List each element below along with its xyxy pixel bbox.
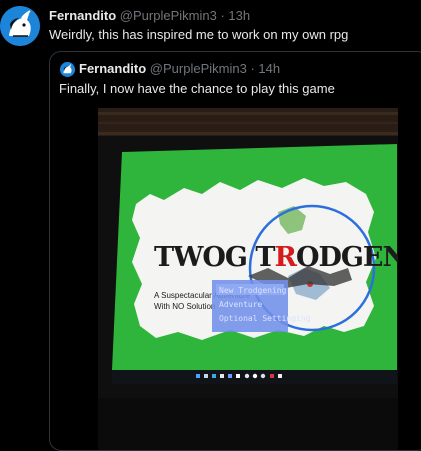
quoted-tweet-card[interactable]: Fernandito @PurplePikmin3 · 14h Finally,… <box>49 51 421 451</box>
author-name[interactable]: Fernandito <box>49 8 116 23</box>
tweet-header: Fernandito @PurplePikmin3 · 13h <box>49 8 250 24</box>
author-handle[interactable]: @PurplePikmin3 <box>120 8 217 23</box>
quoted-tweet-timestamp: 14h <box>258 61 281 76</box>
unicorn-avatar-icon <box>60 62 75 77</box>
unicorn-avatar-icon[interactable] <box>0 6 40 46</box>
quoted-tweet-text: Finally, I now have the chance to play t… <box>59 81 335 96</box>
separator-dot: · <box>250 61 255 76</box>
monitor-photo: TWOG TRODGENING A Suspectacular Adventur… <box>98 108 398 450</box>
menu-item-settings: Optional Settinging <box>219 314 311 323</box>
menu-item-new-game: New Trodgening <box>219 286 287 295</box>
quoted-tweet-header: Fernandito @PurplePikmin3 · 14h <box>79 61 280 77</box>
game-subtitle-line2: With NO Solution <box>154 302 215 311</box>
quoted-author-handle: @PurplePikmin3 <box>149 61 247 76</box>
tweet-text: Weirdly, this has inspired me to work on… <box>49 27 349 42</box>
game-title: TWOG TRODGENING <box>154 242 398 273</box>
quoted-author-name: Fernandito <box>79 61 147 76</box>
separator-dot: · <box>220 8 225 23</box>
menu-item-adventure: Adventure <box>219 300 263 309</box>
tweet[interactable]: Fernandito @PurplePikmin3 · 13h Weirdly,… <box>0 0 421 451</box>
tweet-timestamp[interactable]: 13h <box>228 8 250 23</box>
tweet-media-photo[interactable]: TWOG TRODGENING A Suspectacular Adventur… <box>98 108 398 450</box>
